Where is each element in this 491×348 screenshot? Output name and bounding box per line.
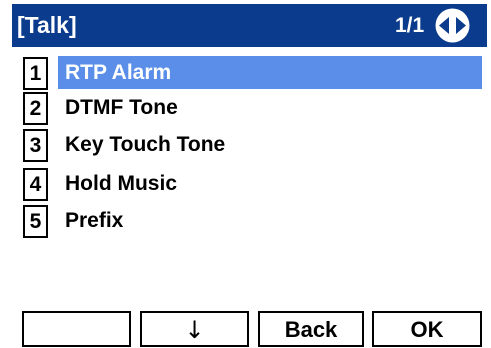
ok-button[interactable]: OK — [372, 311, 482, 347]
item-label: RTP Alarm — [65, 61, 172, 84]
left-right-navigation-icon — [435, 8, 470, 43]
menu-item-rtp-alarm[interactable]: 1 RTP Alarm — [18, 55, 482, 90]
page-indicator: 1/1 — [395, 14, 425, 37]
item-number: 3 — [23, 129, 48, 162]
title-bar: [Talk] 1/1 — [12, 4, 487, 47]
menu-item-dtmf-tone[interactable]: 2 DTMF Tone — [18, 90, 482, 125]
item-number: 1 — [23, 57, 48, 90]
screen-title: [Talk] — [17, 12, 77, 38]
softkey-down-button[interactable]: ↓ — [140, 311, 249, 347]
item-number: 5 — [23, 205, 48, 238]
down-arrow-icon: ↓ — [184, 316, 205, 344]
menu-item-hold-music[interactable]: 4 Hold Music — [18, 166, 482, 201]
item-number: 2 — [23, 92, 48, 125]
back-button[interactable]: Back — [258, 311, 364, 347]
item-label: Hold Music — [65, 172, 178, 195]
phone-display: [Talk] 1/1 1 RTP Alarm 2 DTMF Tone 3 Key… — [12, 4, 487, 347]
item-label: DTMF Tone — [65, 96, 178, 119]
menu-item-key-touch-tone[interactable]: 3 Key Touch Tone — [18, 127, 482, 162]
menu-item-prefix[interactable]: 5 Prefix — [18, 203, 482, 238]
softkey-1[interactable] — [22, 311, 131, 347]
item-label: Key Touch Tone — [65, 133, 226, 156]
item-number: 4 — [23, 168, 48, 201]
item-label: Prefix — [65, 209, 124, 232]
